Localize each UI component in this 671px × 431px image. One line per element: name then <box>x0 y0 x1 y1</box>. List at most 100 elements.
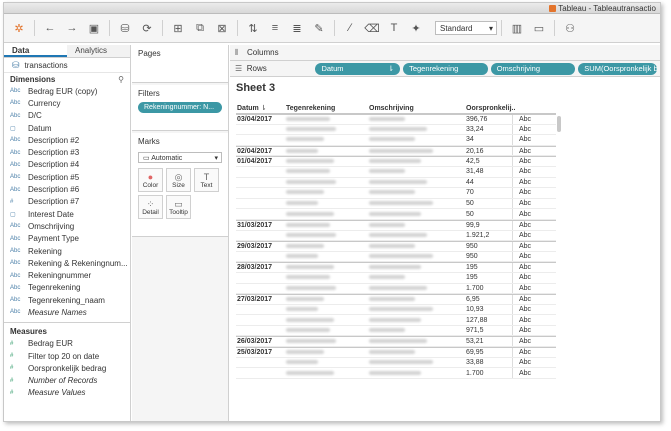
table-row[interactable]: 31,48 Abc <box>236 166 556 178</box>
color-button[interactable]: ● Color <box>138 168 163 192</box>
refresh-icon[interactable]: ⟳ <box>139 20 155 36</box>
field-item[interactable]: Abc Tegenrekening <box>4 282 130 294</box>
mark-type-select[interactable]: ▭ Automatic ▾ <box>138 152 222 163</box>
header-tegenrekening[interactable]: Tegenrekening <box>286 105 369 112</box>
row-pill-omschrijving[interactable]: Omschrijving <box>490 62 576 75</box>
table-row[interactable]: 950 Abc <box>236 251 556 263</box>
field-item[interactable]: # Oorspronkelijk bedrag <box>4 362 130 374</box>
sort-descending-icon[interactable]: ≣ <box>289 20 305 36</box>
table-row[interactable]: 31/03/2017 99,9 Abc <box>236 219 556 231</box>
table-row[interactable]: 03/04/2017 396,76 Abc <box>236 114 556 125</box>
table-row[interactable]: 50 Abc <box>236 209 556 220</box>
tab-analytics[interactable]: Analytics <box>67 45 130 57</box>
show-cards-icon[interactable]: ▥ <box>509 20 525 36</box>
field-item[interactable]: Abc Description #3 <box>4 146 130 158</box>
field-item[interactable]: Abc D/C <box>4 110 130 122</box>
header-oorspronkelijk[interactable]: Oorspronkelij.. <box>464 105 515 112</box>
duplicate-sheet-icon[interactable]: ⧉ <box>192 20 208 36</box>
table-row[interactable]: 33,24 Abc <box>236 124 556 136</box>
size-button[interactable]: ◎ Size <box>166 168 191 192</box>
table-row[interactable]: 1.921,2 Abc <box>236 230 556 242</box>
share-icon[interactable]: ⚇ <box>562 20 578 36</box>
pages-card[interactable]: Pages <box>132 45 228 83</box>
field-item[interactable]: Abc Tegenrekening_naam <box>4 294 130 306</box>
field-item[interactable]: Abc Description #4 <box>4 159 130 171</box>
columns-shelf[interactable]: ⫴ Columns <box>230 45 660 61</box>
forward-icon[interactable]: → <box>64 20 80 36</box>
field-item[interactable]: ▢ Interest Date <box>4 208 130 220</box>
format-icon[interactable]: ⌫ <box>364 20 380 36</box>
field-item[interactable]: Abc Omschrijving <box>4 220 130 232</box>
labels-icon[interactable]: T <box>386 20 402 36</box>
field-item[interactable]: # Measure Values <box>4 387 130 399</box>
field-item[interactable]: Abc Rekeningnummer <box>4 269 130 281</box>
table-row[interactable]: 1.700 Abc <box>236 368 556 379</box>
text-button[interactable]: T Text <box>194 168 219 192</box>
field-item[interactable]: Abc Currency <box>4 97 130 109</box>
save-icon[interactable]: ▣ <box>86 20 102 36</box>
header-datum[interactable]: Datum ⇂ <box>236 104 286 112</box>
field-item[interactable]: # Filter top 20 on date <box>4 350 130 362</box>
header-omschrijving[interactable]: Omschrijving <box>369 105 464 112</box>
table-row[interactable]: 25/03/2017 69,95 Abc <box>236 347 556 358</box>
table-row[interactable]: 70 Abc <box>236 188 556 199</box>
vertical-scrollbar[interactable] <box>557 116 561 132</box>
cell-tegenrekening <box>286 243 369 250</box>
pin-icon[interactable]: ✎ <box>311 20 327 36</box>
row-pill-sum[interactable]: SUM(Oorspronkelijk b... <box>578 62 658 75</box>
field-item[interactable]: ▢ Datum <box>4 122 130 134</box>
datasource-item[interactable]: ⛁ transactions <box>4 58 130 73</box>
table-row[interactable]: 34 Abc <box>236 135 556 146</box>
table-row[interactable]: 50 Abc <box>236 198 556 210</box>
field-item[interactable]: Abc Measure Names <box>4 306 130 318</box>
new-worksheet-icon[interactable]: ⊞ <box>170 20 186 36</box>
sort-icon[interactable]: ⇂ <box>261 105 267 112</box>
table-row[interactable]: 26/03/2017 53,21 Abc <box>236 336 556 348</box>
table-row[interactable]: 29/03/2017 950 Abc <box>236 241 556 252</box>
field-item[interactable]: Abc Description #5 <box>4 171 130 183</box>
field-type-icon: Abc <box>10 284 21 291</box>
field-item[interactable]: # Description #7 <box>4 196 130 208</box>
table-row[interactable]: 971,5 Abc <box>236 325 556 337</box>
table-row[interactable]: 27/03/2017 6,95 Abc <box>236 294 556 305</box>
tableau-logo-icon[interactable]: ✲ <box>11 20 27 36</box>
redacted-text <box>286 179 336 184</box>
field-item[interactable]: Abc Bedrag EUR (copy) <box>4 85 130 97</box>
table-row[interactable]: 02/04/2017 20,16 Abc <box>236 145 556 157</box>
search-icon[interactable]: ⚲ <box>118 75 124 84</box>
filter-pill[interactable]: Rekeningnummer: N... <box>138 102 222 113</box>
fix-axes-icon[interactable]: ✦ <box>408 20 424 36</box>
row-pill-tegenrekening[interactable]: Tegenrekening <box>403 62 488 75</box>
table-row[interactable]: 44 Abc <box>236 177 556 189</box>
table-row[interactable]: 01/04/2017 42,5 Abc <box>236 156 556 167</box>
view-size-select[interactable]: Standard ▾ <box>435 21 497 35</box>
clear-sheet-icon[interactable]: ⊠ <box>214 20 230 36</box>
table-row[interactable]: 127,88 Abc <box>236 315 556 326</box>
presentation-icon[interactable]: ▭ <box>531 20 547 36</box>
table-row[interactable]: 1.700 Abc <box>236 283 556 295</box>
cell-omschrijving <box>369 306 464 313</box>
tab-data[interactable]: Data <box>4 45 67 57</box>
field-item[interactable]: Abc Rekening <box>4 245 130 257</box>
tooltip-button[interactable]: ▭ Tooltip <box>166 195 191 219</box>
back-icon[interactable]: ← <box>42 20 58 36</box>
field-item[interactable]: Abc Rekening & Rekeningnum... <box>4 257 130 269</box>
filters-card[interactable]: Filters Rekeningnummer: N... <box>132 85 228 131</box>
row-pill-datum[interactable]: Datum ⇂ <box>315 62 401 75</box>
field-item[interactable]: # Number of Records <box>4 375 130 387</box>
table-row[interactable]: 28/03/2017 195 Abc <box>236 262 556 273</box>
detail-button[interactable]: ⁘ Detail <box>138 195 163 219</box>
field-item[interactable]: Abc Description #6 <box>4 183 130 195</box>
highlight-icon[interactable]: ∕ <box>342 20 358 36</box>
new-datasource-icon[interactable]: ⛁ <box>117 20 133 36</box>
table-row[interactable]: 33,88 Abc <box>236 357 556 369</box>
table-row[interactable]: 195 Abc <box>236 272 556 284</box>
table-row[interactable]: 10,93 Abc <box>236 304 556 316</box>
field-item[interactable]: Abc Payment Type <box>4 233 130 245</box>
field-item[interactable]: # Bedrag EUR <box>4 338 130 350</box>
field-item[interactable]: Abc Description #2 <box>4 134 130 146</box>
field-type-icon: Abc <box>10 260 21 267</box>
rows-shelf[interactable]: ☰ Rows Datum ⇂ Tegenrekening Omschrijving… <box>230 61 660 77</box>
sort-ascending-icon[interactable]: ≡ <box>267 20 283 36</box>
swap-icon[interactable]: ⇅ <box>245 20 261 36</box>
